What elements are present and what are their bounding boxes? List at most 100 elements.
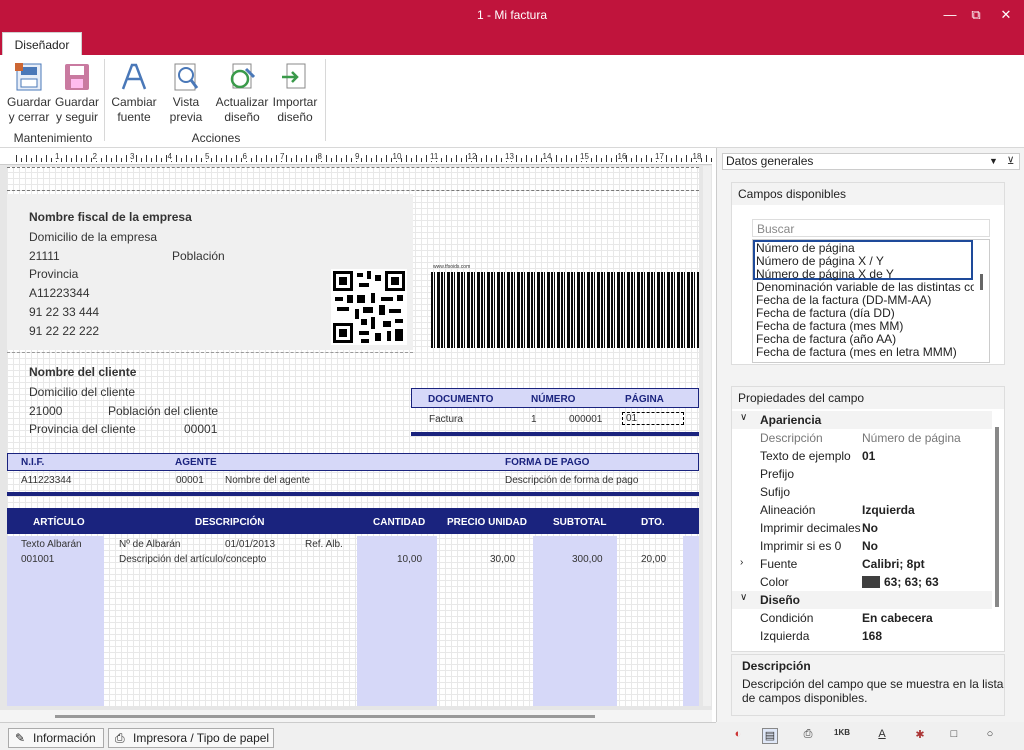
doc-header-document[interactable]: DOCUMENTO <box>428 394 493 405</box>
col-quantity[interactable]: CANTIDAD <box>373 517 425 528</box>
client-zip[interactable]: 21000 <box>29 404 62 418</box>
payment-value[interactable]: Descripción de forma de pago <box>505 475 638 486</box>
ruler-tick <box>236 155 237 162</box>
col-discount[interactable]: DTO. <box>641 517 665 528</box>
font-icon <box>121 63 147 90</box>
col-article[interactable]: ARTÍCULO <box>33 517 85 528</box>
line-ref[interactable]: Texto Albarán <box>21 539 82 550</box>
company-address[interactable]: Domicilio de la empresa <box>29 230 157 244</box>
palette-icon[interactable]: ◐ <box>730 728 746 744</box>
section-design[interactable]: Diseño <box>760 593 800 607</box>
minimize-icon[interactable]: — <box>940 6 960 24</box>
printer-icon[interactable]: ⎙ <box>800 728 816 744</box>
col-subtotal[interactable]: SUBTOTAL <box>553 517 607 528</box>
doc-type[interactable]: Factura <box>429 414 463 425</box>
ruler-tick <box>226 155 227 162</box>
chevron-down-icon[interactable]: ∨ <box>740 412 747 423</box>
rectangle-icon[interactable]: □ <box>946 728 962 744</box>
line-albaran[interactable]: Nº de Albarán <box>119 539 180 550</box>
line-icon[interactable]: ✱ <box>912 728 928 744</box>
pdf417-barcode-icon[interactable] <box>431 272 699 348</box>
list-item[interactable]: Fecha de factura (mes en letra MMM) <box>756 345 957 359</box>
qr-code-icon[interactable] <box>331 269 407 345</box>
list-item[interactable]: Fecha de la factura (DD-MM-AA) <box>756 293 931 307</box>
line-ref-alb[interactable]: Ref. Alb. <box>305 539 343 550</box>
chevron-down-icon[interactable]: ∨ <box>740 592 747 603</box>
nif-header-label[interactable]: N.I.F. <box>21 457 44 468</box>
line-description[interactable]: Descripción del artículo/concepto <box>119 554 266 565</box>
agent-header-label[interactable]: AGENTE <box>175 457 217 468</box>
barcode-icon[interactable]: 1KB <box>834 728 850 744</box>
canvas-horizontal-scrollbar[interactable] <box>0 710 712 722</box>
list-scrollbar[interactable] <box>980 274 983 290</box>
list-item[interactable]: Número de página X / Y <box>756 254 884 268</box>
save-continue-button[interactable]: Guardar y seguir <box>54 61 100 125</box>
save-close-button[interactable]: Guardar y cerrar <box>6 61 52 125</box>
company-phone2[interactable]: 91 22 22 222 <box>29 324 99 338</box>
text-icon[interactable]: A <box>874 728 890 744</box>
preview-button[interactable]: Vista previa <box>164 61 208 125</box>
line-price[interactable]: 30,00 <box>490 554 515 565</box>
doc-series[interactable]: 1 <box>531 414 537 425</box>
chevron-right-icon[interactable]: › <box>740 557 743 568</box>
list-item[interactable]: Denominación variable de las distintas c… <box>756 280 974 294</box>
company-nif[interactable]: A11223344 <box>29 286 90 300</box>
list-item[interactable]: Fecha de factura (mes MM) <box>756 319 903 333</box>
category-dropdown[interactable]: Datos generales ▼ ⊻ <box>722 153 1020 170</box>
tab-strip: Diseñador <box>0 30 1024 57</box>
list-item[interactable]: Fecha de factura (año AA) <box>756 332 896 346</box>
restore-icon[interactable]: ⧉ <box>966 6 986 24</box>
update-design-button[interactable]: Actualizar diseño <box>214 61 270 125</box>
info-button[interactable]: ✎ Información <box>8 728 104 748</box>
import-icon <box>282 63 306 89</box>
client-address[interactable]: Domicilio del cliente <box>29 385 135 399</box>
doc-header-number[interactable]: NÚMERO <box>531 394 575 405</box>
company-zip[interactable]: 21111 <box>29 249 60 263</box>
import-design-button[interactable]: Importar diseño <box>270 61 320 125</box>
chevron-down-icon[interactable]: ▼ <box>989 154 998 169</box>
line-quantity[interactable]: 10,00 <box>397 554 422 565</box>
section-appearance[interactable]: Apariencia <box>760 413 821 427</box>
properties-scrollbar[interactable] <box>995 427 999 607</box>
list-item[interactable]: Número de página X de Y <box>756 267 894 281</box>
company-city[interactable]: Población <box>172 249 225 263</box>
canvas-vertical-scrollbar[interactable] <box>703 166 711 706</box>
company-phone1[interactable]: 91 22 33 444 <box>29 305 99 319</box>
company-province[interactable]: Provincia <box>29 267 78 281</box>
nif-value[interactable]: A11223344 <box>21 475 71 486</box>
circle-icon[interactable]: ○ <box>982 728 998 744</box>
col-price[interactable]: PRECIO UNIDAD <box>447 517 527 528</box>
color-swatch[interactable] <box>862 576 880 588</box>
col-description[interactable]: DESCRIPCIÓN <box>195 517 264 528</box>
close-icon[interactable]: ✕ <box>996 6 1016 24</box>
invoice-page[interactable]: Nombre fiscal de la empresa Domicilio de… <box>7 166 699 706</box>
page-number-field[interactable]: 01 <box>622 412 684 425</box>
payment-header-label[interactable]: FORMA DE PAGO <box>505 457 589 468</box>
line-discount[interactable]: 20,00 <box>641 554 666 565</box>
ruler-tick <box>351 158 352 162</box>
design-canvas[interactable]: 1 2 3 4 5 6 7 8 9 10 11 12 13 14 15 16 17 18 Nombre fisca… <box>0 150 712 722</box>
description-box: Descripción Descripción del campo que se… <box>731 654 1005 716</box>
doc-header-page[interactable]: PÁGINA <box>625 394 664 405</box>
client-city[interactable]: Población del cliente <box>108 404 218 418</box>
line-subtotal[interactable]: 300,00 <box>572 554 603 565</box>
printer-paper-button[interactable]: ⎙ Impresora / Tipo de papel <box>108 728 274 748</box>
agent-code[interactable]: 00001 <box>176 475 204 486</box>
client-name[interactable]: Nombre del cliente <box>29 365 136 379</box>
list-item[interactable]: Número de página <box>756 241 855 255</box>
search-input[interactable]: Buscar <box>752 219 990 237</box>
field-icon[interactable]: ▤ <box>762 728 778 744</box>
line-code[interactable]: 001001 <box>21 554 54 565</box>
list-item[interactable]: Fecha de factura (día DD) <box>756 306 895 320</box>
line-date[interactable]: 01/01/2013 <box>225 539 275 550</box>
client-code[interactable]: 00001 <box>184 422 217 436</box>
change-font-button[interactable]: Cambiar fuente <box>110 61 158 125</box>
pin-icon[interactable]: ⊻ <box>1007 154 1014 169</box>
tab-disenador[interactable]: Diseñador <box>2 32 82 57</box>
doc-number[interactable]: 000001 <box>569 414 602 425</box>
ruler-tick <box>366 155 367 162</box>
client-province[interactable]: Provincia del cliente <box>29 422 136 436</box>
agent-name[interactable]: Nombre del agente <box>225 475 310 486</box>
fields-list[interactable]: Número de página Número de página X / Y … <box>752 239 990 363</box>
company-name[interactable]: Nombre fiscal de la empresa <box>29 210 192 224</box>
